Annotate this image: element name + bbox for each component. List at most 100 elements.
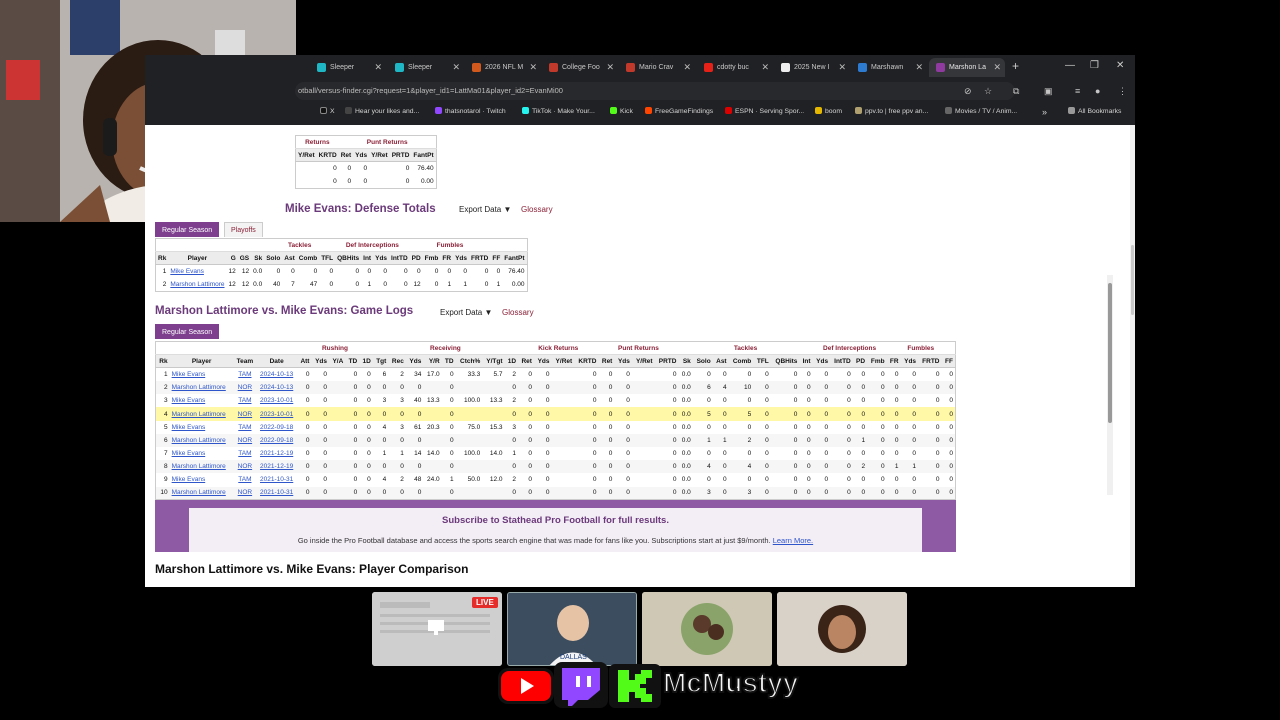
player-link[interactable]: Marshon Lattimore — [168, 278, 226, 291]
column-header[interactable]: PRTD — [389, 148, 412, 163]
bookmark-espn[interactable]: ESPN · Serving Spor... — [725, 104, 804, 120]
close-tab-icon[interactable]: ✕ — [529, 58, 537, 77]
column-header[interactable]: Tgt — [372, 354, 389, 369]
bookmark-freegamefindings[interactable]: FreeGameFindings — [645, 104, 713, 120]
date-link[interactable]: 2021-10-31 — [256, 486, 298, 500]
bookmark-movies[interactable]: Movies / TV / Anim... — [945, 104, 1017, 120]
player-link[interactable]: Marshon Lattimore — [169, 381, 234, 395]
export-data-button[interactable]: Export Data ▼ — [459, 205, 511, 214]
tab-mario-cravo[interactable]: Mario Crav ✕ — [619, 58, 695, 77]
column-header[interactable]: 1D — [359, 354, 373, 369]
column-header[interactable]: Player — [168, 251, 227, 266]
column-header[interactable]: Yds — [614, 354, 632, 369]
close-tab-icon[interactable]: ✕ — [683, 58, 691, 77]
column-header[interactable]: FRTD — [469, 251, 491, 266]
column-header[interactable]: IntTD — [389, 251, 410, 266]
eye-off-icon[interactable]: ⊘ — [964, 84, 972, 98]
player-link[interactable]: Mike Evans — [170, 368, 234, 381]
player-link[interactable]: Marshon Lattimore — [169, 433, 234, 447]
media-icon[interactable]: ≡ — [1075, 84, 1080, 98]
column-header[interactable]: Solo — [264, 251, 283, 266]
player-link[interactable]: Marshon Lattimore — [169, 460, 234, 474]
date-link[interactable]: 2024-10-13 — [256, 381, 298, 395]
team-link[interactable]: NOR — [233, 433, 257, 447]
close-tab-icon[interactable]: ✕ — [838, 58, 846, 77]
column-header[interactable]: Yds — [405, 354, 424, 369]
column-header[interactable]: Fmb — [422, 251, 441, 266]
column-header[interactable]: KRTD — [574, 354, 599, 369]
column-header[interactable]: QBHits — [770, 354, 800, 369]
column-header[interactable]: Ast — [712, 354, 729, 369]
close-tab-icon[interactable]: ✕ — [915, 58, 923, 77]
column-header[interactable]: Ctch% — [455, 354, 483, 369]
column-header[interactable]: Int — [799, 354, 813, 369]
tab-college-football[interactable]: College Foo ✕ — [542, 58, 618, 77]
column-header[interactable]: QBHits — [335, 251, 362, 266]
column-header[interactable]: FF — [941, 354, 956, 369]
column-header[interactable]: Y/R — [423, 354, 442, 369]
menu-icon[interactable]: ⋮ — [1118, 84, 1127, 98]
player-link[interactable]: Marshon Lattimore — [169, 486, 234, 500]
column-header[interactable]: Y/Ret — [631, 354, 655, 369]
bookmark-tiktok[interactable]: TikTok · Make Your... — [522, 104, 595, 120]
column-header[interactable]: Rk — [155, 251, 169, 266]
tab-regular-season[interactable]: Regular Season — [155, 222, 220, 237]
column-header[interactable]: TFL — [753, 354, 771, 369]
column-header[interactable]: G — [226, 251, 238, 266]
date-link[interactable]: 2021-10-31 — [256, 473, 297, 486]
column-header[interactable]: IntTD — [830, 354, 853, 369]
bookmark-likes[interactable]: Hear your likes and... — [345, 104, 419, 120]
team-link[interactable]: TAM — [234, 394, 257, 407]
column-header[interactable]: Yds — [900, 354, 919, 369]
column-header[interactable]: Sk — [678, 354, 693, 369]
column-header[interactable]: Y/Ret — [295, 148, 317, 163]
tab-regular-season[interactable]: Regular Season — [155, 324, 220, 339]
close-tab-icon[interactable]: ✕ — [993, 58, 1001, 77]
column-header[interactable]: PD — [409, 251, 423, 266]
bookmarks-overflow-icon[interactable]: » — [1042, 104, 1047, 120]
column-header[interactable]: Team — [233, 354, 257, 369]
close-tab-icon[interactable]: ✕ — [761, 58, 769, 77]
team-link[interactable]: NOR — [233, 486, 257, 500]
table-scrollbar-thumb[interactable] — [1108, 283, 1112, 423]
page-scrollbar-thumb[interactable] — [1131, 245, 1134, 315]
date-link[interactable]: 2022-09-18 — [256, 421, 297, 434]
column-header[interactable]: FRTD — [918, 354, 942, 369]
glossary-link[interactable]: Glossary — [502, 308, 534, 317]
column-header[interactable]: Comb — [728, 354, 754, 369]
player-link[interactable]: Mike Evans — [168, 265, 226, 278]
column-header[interactable]: TFL — [319, 251, 336, 266]
tab-playoffs[interactable]: Playoffs — [224, 222, 263, 237]
player-link[interactable]: Mike Evans — [170, 447, 234, 460]
close-tab-icon[interactable]: ✕ — [452, 58, 460, 77]
column-header[interactable]: Y/Ret — [551, 354, 575, 369]
close-tab-icon[interactable]: ✕ — [374, 58, 382, 77]
column-header[interactable]: Y/Ret — [369, 148, 390, 163]
column-header[interactable]: TD — [441, 354, 456, 369]
column-header[interactable]: Y/A — [328, 354, 346, 369]
learn-more-link[interactable]: Learn More. — [773, 536, 813, 545]
column-header[interactable]: TD — [345, 354, 360, 369]
sidebar-icon[interactable]: ▣ — [1044, 84, 1053, 98]
table-scrollbar[interactable] — [1107, 275, 1113, 495]
column-header[interactable]: Ret — [338, 148, 354, 163]
team-link[interactable]: NOR — [233, 407, 257, 421]
column-header[interactable]: KRTD — [316, 148, 339, 163]
column-header[interactable]: Yds — [353, 148, 370, 163]
bookmark-boom[interactable]: boom — [815, 104, 842, 120]
column-header[interactable]: Fmb — [867, 354, 887, 369]
profile-icon[interactable]: ● — [1095, 84, 1100, 98]
star-icon[interactable]: ☆ — [984, 84, 992, 98]
column-header[interactable]: Yds — [453, 251, 469, 266]
column-header[interactable]: Y/Tgt — [482, 354, 505, 369]
column-header[interactable]: Yds — [373, 251, 390, 266]
close-window-icon[interactable]: ✕ — [1116, 58, 1124, 74]
extensions-icon[interactable]: ⧉ — [1013, 84, 1019, 98]
tab-marshawn[interactable]: Marshawn ✕ — [851, 58, 927, 77]
column-header[interactable]: PRTD — [654, 354, 679, 369]
team-link[interactable]: TAM — [234, 368, 257, 381]
column-header[interactable]: Rk — [155, 354, 170, 369]
team-link[interactable]: NOR — [233, 381, 257, 395]
column-header[interactable]: FantPt — [502, 251, 528, 266]
team-link[interactable]: TAM — [234, 447, 257, 460]
